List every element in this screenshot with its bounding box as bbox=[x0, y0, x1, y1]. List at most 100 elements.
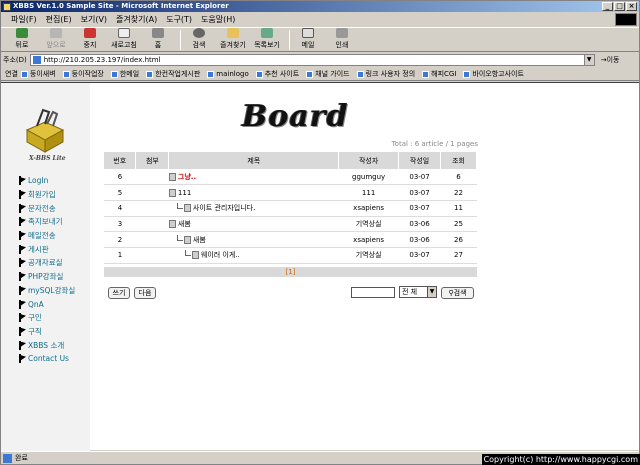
search-scope-select[interactable]: 전 체 ▼ bbox=[399, 286, 437, 298]
link-item[interactable]: 추천 사이트 bbox=[255, 69, 299, 79]
board-search-button[interactable]: ⚲검색 bbox=[441, 287, 474, 299]
stop-button[interactable]: 중지 bbox=[75, 27, 105, 51]
print-button[interactable]: 인쇄 bbox=[327, 27, 357, 51]
sidebar-item-about[interactable]: XBBS 소개 bbox=[18, 338, 75, 352]
maximize-button[interactable]: □ bbox=[614, 2, 625, 11]
row-date: 03-07 bbox=[398, 169, 441, 186]
flag-icon bbox=[18, 190, 26, 200]
write-button[interactable]: 쓰기 bbox=[108, 287, 130, 299]
go-button[interactable]: →이동 bbox=[601, 55, 620, 65]
menu-help[interactable]: 도움말(H) bbox=[201, 14, 235, 25]
sidebar-item-mail[interactable]: 메일전송 bbox=[18, 229, 75, 243]
favorites-button[interactable]: 즐겨찾기 bbox=[218, 27, 248, 51]
flag-icon bbox=[18, 244, 26, 254]
row-subject-link[interactable]: 사이트 관리자입니다. bbox=[193, 204, 255, 212]
close-button[interactable]: × bbox=[626, 2, 637, 11]
home-button[interactable]: 홈 bbox=[143, 27, 173, 51]
link-item[interactable]: 한메일 bbox=[110, 69, 139, 79]
next-button[interactable]: 다음 bbox=[134, 287, 156, 299]
row-date: 03-06 bbox=[398, 216, 441, 233]
link-item[interactable]: 둥이새벼 bbox=[20, 69, 56, 79]
link-item[interactable]: 둥이작업장 bbox=[62, 69, 104, 79]
col-header-subject: 제목 bbox=[168, 152, 340, 169]
sidebar-item-php[interactable]: PHP강좌실 bbox=[18, 270, 75, 284]
row-date: 03-07 bbox=[398, 247, 441, 264]
chevron-down-icon[interactable]: ▼ bbox=[583, 55, 594, 65]
refresh-button[interactable]: 새로고침 bbox=[109, 27, 139, 51]
link-item[interactable]: 채널 가이드 bbox=[306, 69, 350, 79]
home-icon bbox=[152, 28, 164, 38]
row-subject-link[interactable]: 그냥.. bbox=[178, 173, 196, 181]
sidebar-item-qna[interactable]: QnA bbox=[18, 297, 75, 311]
sidebar-item-pds[interactable]: 공개자료실 bbox=[18, 256, 75, 270]
link-item[interactable]: 링크 사용자 정의 bbox=[356, 69, 415, 79]
flag-icon bbox=[18, 313, 26, 323]
page-icon bbox=[32, 56, 41, 64]
sidebar-item-hiring[interactable]: 구인 bbox=[18, 311, 75, 325]
row-no: 1 bbox=[104, 247, 136, 264]
row-subject[interactable]: 111 bbox=[168, 184, 339, 201]
status-text: 완료 bbox=[15, 454, 28, 462]
row-attach bbox=[135, 184, 169, 201]
row-subject[interactable]: 새봄 bbox=[168, 216, 339, 233]
link-icon bbox=[422, 70, 430, 78]
row-date: 03-06 bbox=[398, 231, 441, 248]
link-icon bbox=[20, 70, 28, 78]
minimize-button[interactable]: _ bbox=[602, 2, 613, 11]
logo-text: X-BBS Lite bbox=[29, 155, 66, 162]
search-input[interactable] bbox=[351, 287, 395, 298]
sidebar-item-login[interactable]: LogIn bbox=[18, 174, 75, 188]
row-subject[interactable]: 새봄 bbox=[168, 231, 339, 248]
flag-icon bbox=[18, 340, 26, 350]
row-subject-link[interactable]: 웨이러 이게.. bbox=[201, 251, 240, 259]
search-button[interactable]: 검색 bbox=[184, 27, 214, 51]
link-item[interactable]: 바이오항고사이트 bbox=[463, 69, 524, 79]
row-attach bbox=[135, 169, 169, 186]
address-url: http://210.205.23.197/index.html bbox=[43, 56, 161, 64]
link-item[interactable]: 해피CGI bbox=[422, 69, 456, 79]
link-item[interactable]: 한컨작업게시판 bbox=[146, 69, 200, 79]
col-header-attach: 첨부 bbox=[135, 152, 170, 169]
document-icon bbox=[183, 235, 191, 244]
reply-icon bbox=[176, 203, 183, 210]
link-icon bbox=[207, 70, 215, 78]
row-subject[interactable]: 사이트 관리자입니다. bbox=[168, 200, 339, 217]
sidebar-item-sms[interactable]: 문자전송 bbox=[18, 201, 75, 215]
table-row: 6 그냥.. ggumguy 03-07 6 bbox=[104, 169, 477, 186]
back-button[interactable]: 뒤로 bbox=[7, 27, 37, 51]
menu-file[interactable]: 파일(F) bbox=[11, 14, 37, 25]
row-subject-link[interactable]: 111 bbox=[178, 189, 191, 197]
page-link[interactable]: [1] bbox=[286, 268, 296, 276]
flag-icon bbox=[18, 203, 26, 213]
sidebar-item-mysql[interactable]: mySQL강좌실 bbox=[18, 284, 75, 298]
row-subject[interactable]: 그냥.. bbox=[168, 169, 339, 186]
col-header-no: 번호 bbox=[104, 152, 137, 169]
row-attach bbox=[135, 247, 169, 264]
mail-button[interactable]: 메일 bbox=[293, 27, 323, 51]
row-subject-link[interactable]: 새봄 bbox=[193, 236, 206, 244]
ie-icon bbox=[3, 3, 11, 11]
page-done-icon bbox=[3, 453, 12, 463]
link-icon bbox=[62, 70, 70, 78]
menu-tools[interactable]: 도구(T) bbox=[166, 14, 192, 25]
sidebar-item-contact[interactable]: Contact Us bbox=[18, 352, 75, 366]
menu-edit[interactable]: 편집(E) bbox=[46, 14, 72, 25]
sidebar-item-jobs[interactable]: 구직 bbox=[18, 325, 75, 339]
menu-view[interactable]: 보기(V) bbox=[81, 14, 107, 25]
back-arrow-icon bbox=[16, 28, 28, 38]
sidebar-item-note[interactable]: 족지보내기 bbox=[18, 215, 75, 229]
sidebar-item-board[interactable]: 게시판 bbox=[18, 242, 75, 256]
refresh-icon bbox=[118, 28, 130, 38]
row-subject-link[interactable]: 새봄 bbox=[178, 220, 191, 228]
link-item[interactable]: mainlogo bbox=[207, 70, 249, 78]
address-input[interactable]: http://210.205.23.197/index.html ▼ bbox=[29, 54, 595, 66]
link-icon bbox=[255, 70, 263, 78]
forward-button[interactable]: 앞으로 bbox=[41, 27, 71, 51]
menu-favorites[interactable]: 즐겨찾기(A) bbox=[116, 14, 157, 25]
row-attach bbox=[135, 200, 169, 217]
row-subject[interactable]: 웨이러 이게.. bbox=[168, 247, 339, 264]
document-icon bbox=[183, 204, 191, 213]
history-button[interactable]: 목록보기 bbox=[252, 27, 282, 51]
sidebar-item-join[interactable]: 회원가입 bbox=[18, 188, 75, 202]
row-no: 2 bbox=[104, 231, 136, 248]
